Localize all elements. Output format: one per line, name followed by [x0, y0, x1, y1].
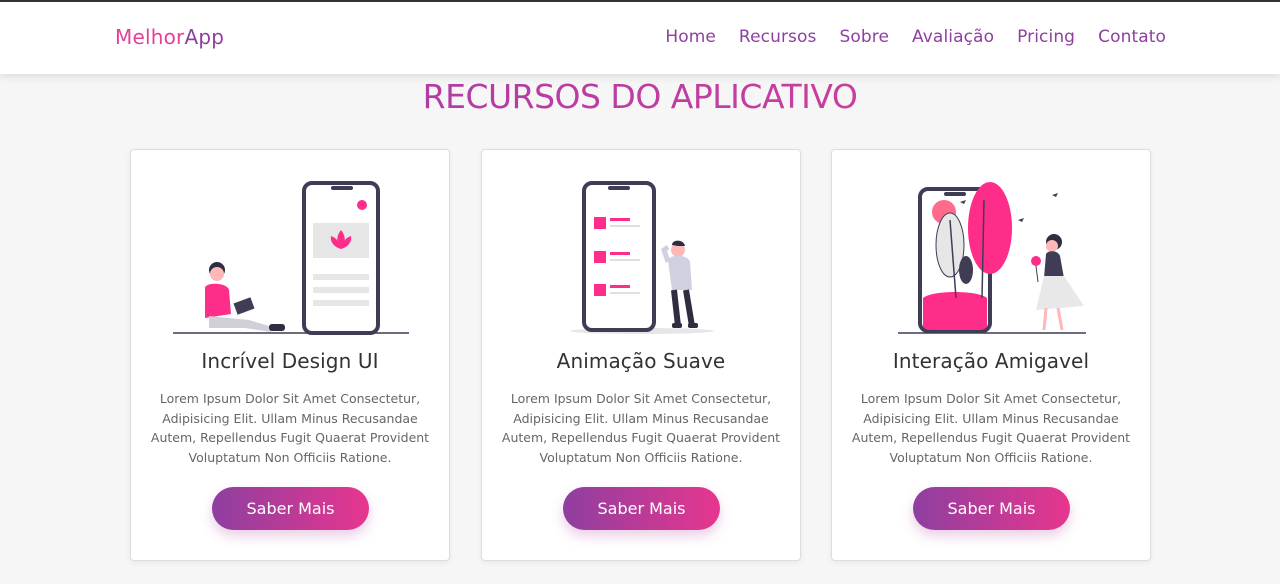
card-description: Lorem Ipsum Dolor Sit Amet Consectetur, … — [851, 391, 1131, 465]
nav-link-contato[interactable]: Contato — [1098, 27, 1166, 47]
saber-mais-button[interactable]: Saber Mais — [563, 487, 720, 530]
nav-link-recursos[interactable]: Recursos — [739, 27, 817, 47]
nav-link-home[interactable]: Home — [665, 27, 716, 47]
feature-card-animation: Animação Suave Lorem Ipsum Dolor Sit Ame… — [481, 149, 801, 561]
logo-part-melhor: Melhor — [115, 25, 185, 49]
person-thinking-with-list-phone-illustration — [570, 181, 714, 334]
section-title: RECURSOS DO APLICATIVO — [0, 77, 1280, 116]
card-title: Incrível Design UI — [201, 349, 379, 373]
nav-link-sobre[interactable]: Sobre — [839, 27, 889, 47]
logo[interactable]: MelhorApp — [115, 25, 224, 49]
card-description: Lorem Ipsum Dolor Sit Amet Consectetur, … — [501, 391, 781, 465]
nav-link-avaliacao[interactable]: Avaliação — [912, 27, 994, 47]
person-sitting-with-phone-illustration — [173, 181, 409, 335]
card-title: Animação Suave — [556, 349, 726, 373]
feature-card-interaction: Interação Amigavel Lorem Ipsum Dolor Sit… — [831, 149, 1151, 561]
logo-part-app: App — [184, 25, 225, 49]
nav-menu: Home Recursos Sobre Avaliação Pricing Co… — [665, 27, 1166, 47]
person-with-garden-phone-illustration — [898, 182, 1086, 334]
saber-mais-button[interactable]: Saber Mais — [913, 487, 1070, 530]
card-title: Interação Amigavel — [892, 349, 1090, 373]
feature-card-design: Incrível Design UI Lorem Ipsum Dolor Sit… — [130, 149, 450, 561]
card-description: Lorem Ipsum Dolor Sit Amet Consectetur, … — [150, 391, 430, 465]
saber-mais-button[interactable]: Saber Mais — [212, 487, 369, 530]
nav-link-pricing[interactable]: Pricing — [1017, 27, 1075, 47]
navbar: MelhorApp Home Recursos Sobre Avaliação … — [0, 2, 1280, 74]
